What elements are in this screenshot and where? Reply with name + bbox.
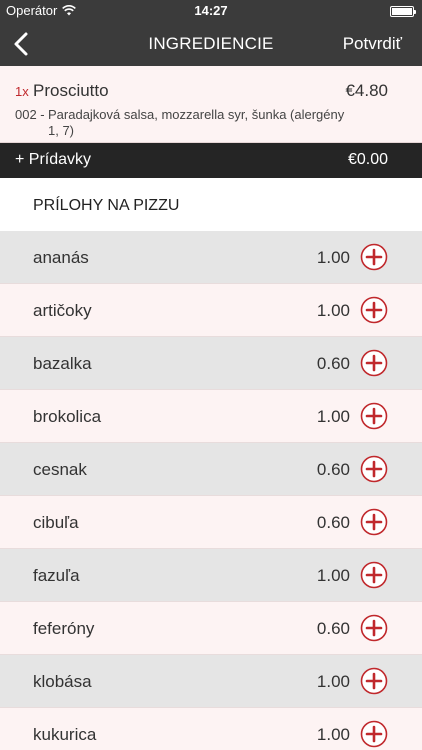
topping-name: feferóny — [33, 619, 95, 638]
plus-circle-icon[interactable] — [360, 508, 388, 536]
extras-price: €0.00 — [347, 151, 388, 168]
list-item[interactable]: ananás 1.00 — [0, 231, 422, 284]
topping-price: 1.00 — [316, 301, 350, 320]
plus-circle-icon[interactable] — [360, 614, 388, 642]
confirm-button[interactable]: Potvrdiť — [343, 34, 402, 54]
item-price: €4.80 — [345, 81, 388, 100]
item-name: Prosciutto — [33, 81, 109, 100]
section-title: PRÍLOHY NA PIZZU — [33, 197, 180, 214]
plus-circle-icon[interactable] — [360, 243, 388, 271]
extras-bar: + Prídavky €0.00 — [0, 143, 422, 178]
plus-circle-icon[interactable] — [360, 349, 388, 377]
list-item[interactable]: klobása 1.00 — [0, 655, 422, 708]
item-code: 002 - — [15, 107, 45, 122]
topping-price: 0.60 — [316, 619, 350, 638]
list-item[interactable]: feferóny 0.60 — [0, 602, 422, 655]
item-summary: 1x Prosciutto €4.80 002 - Paradajková sa… — [0, 66, 422, 143]
topping-price: 1.00 — [316, 407, 350, 426]
plus-circle-icon[interactable] — [360, 561, 388, 589]
plus-circle-icon[interactable] — [360, 455, 388, 483]
clock: 14:27 — [194, 3, 228, 18]
list-item[interactable]: fazuľa 1.00 — [0, 549, 422, 602]
list-item[interactable]: kukurica 1.00 — [0, 708, 422, 750]
item-quantity: 1x — [15, 84, 29, 99]
list-item[interactable]: brokolica 1.00 — [0, 390, 422, 443]
nav-bar: INGREDIENCIE Potvrdiť — [0, 22, 422, 66]
topping-name: cesnak — [33, 460, 87, 479]
topping-name: ananás — [33, 248, 89, 267]
topping-price: 1.00 — [316, 725, 350, 744]
plus-circle-icon[interactable] — [360, 667, 388, 695]
item-description: Paradajková salsa, mozzarella syr, šunka… — [48, 107, 345, 138]
topping-name: klobása — [33, 672, 92, 691]
topping-price: 1.00 — [316, 672, 350, 691]
topping-price: 0.60 — [316, 354, 350, 373]
list-item[interactable]: cibuľa 0.60 — [0, 496, 422, 549]
topping-price: 1.00 — [316, 566, 350, 585]
plus-circle-icon[interactable] — [360, 402, 388, 430]
topping-name: kukurica — [33, 725, 97, 744]
status-bar: Operátor 14:27 — [0, 0, 422, 22]
plus-circle-icon[interactable] — [360, 720, 388, 748]
topping-price: 0.60 — [316, 513, 350, 532]
topping-list: ananás 1.00 artičoky 1.00 bazalka 0.60 brokoli… — [0, 231, 422, 750]
topping-name: brokolica — [33, 407, 102, 426]
topping-price: 1.00 — [316, 248, 350, 267]
list-item[interactable]: bazalka 0.60 — [0, 337, 422, 390]
topping-name: cibuľa — [33, 513, 79, 532]
battery-icon — [390, 6, 416, 17]
topping-price: 0.60 — [316, 460, 350, 479]
list-item[interactable]: cesnak 0.60 — [0, 443, 422, 496]
list-item[interactable]: artičoky 1.00 — [0, 284, 422, 337]
topping-name: bazalka — [33, 354, 92, 373]
topping-name: fazuľa — [33, 566, 80, 585]
section-header: PRÍLOHY NA PIZZU — [0, 178, 422, 231]
topping-name: artičoky — [33, 301, 92, 320]
plus-circle-icon[interactable] — [360, 296, 388, 324]
extras-label: + Prídavky — [15, 151, 92, 168]
